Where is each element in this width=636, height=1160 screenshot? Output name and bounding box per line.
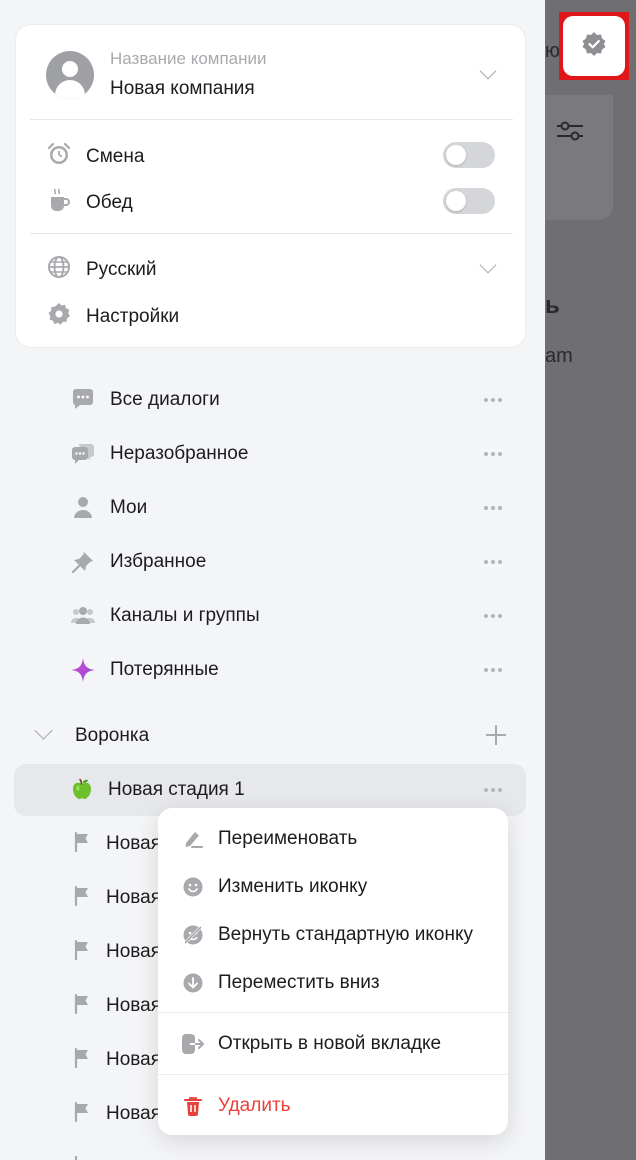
company-card: Название компании Новая компания Смена О…: [15, 24, 526, 348]
pencil-icon: [180, 826, 206, 852]
trash-icon: [180, 1093, 206, 1119]
lunch-toggle[interactable]: [443, 188, 495, 214]
more-icon[interactable]: [484, 662, 506, 678]
nav-item-favorites[interactable]: Избранное: [70, 542, 510, 582]
funnel-header[interactable]: Воронка: [34, 720, 510, 754]
background-text: ь: [545, 292, 560, 319]
more-icon[interactable]: [484, 500, 506, 516]
flag-icon: [70, 992, 94, 1021]
divider: [158, 1074, 508, 1075]
stage-label: Новая: [106, 1103, 162, 1124]
shift-row: Смена: [46, 141, 144, 173]
menu-item-label: Вернуть стандартную иконку: [218, 924, 473, 945]
stage-context-menu: Переименовать Изменить иконку Вернуть ст…: [158, 808, 508, 1135]
avatar: [46, 51, 94, 99]
smiley-icon: [180, 874, 206, 900]
nav-item-label: Неразобранное: [110, 443, 249, 464]
verified-button[interactable]: [559, 12, 629, 80]
flag-icon: [70, 1100, 94, 1129]
side-drawer: Название компании Новая компания Смена О…: [0, 0, 545, 1160]
smiley-off-icon: [180, 922, 206, 948]
filter-icon: [555, 118, 585, 149]
chevron-down-icon: [479, 62, 497, 80]
nav-item-label: Потерянные: [110, 659, 219, 680]
stage-label: Новая: [106, 887, 162, 908]
person-icon: [70, 495, 96, 521]
background-overlay[interactable]: ю ь am: [545, 0, 636, 1160]
nav-item-label: Все диалоги: [110, 389, 220, 410]
more-icon[interactable]: [484, 392, 506, 408]
add-stage-icon[interactable]: [486, 725, 506, 745]
nav-item-label: Каналы и группы: [110, 605, 260, 626]
menu-item-label: Удалить: [218, 1095, 291, 1116]
menu-item-label: Переименовать: [218, 828, 358, 849]
stage-label: Новая: [106, 941, 162, 962]
stage-label: Новая: [106, 995, 162, 1016]
nav-item-unsorted[interactable]: Неразобранное: [70, 434, 510, 474]
globe-icon: [46, 254, 72, 286]
lunch-label: Обед: [86, 192, 133, 213]
arrow-down-circle-icon: [180, 970, 206, 996]
shift-label: Смена: [86, 146, 145, 167]
flag-icon: [70, 884, 94, 913]
stage-item[interactable]: [70, 1148, 510, 1160]
flag-icon: [70, 1154, 94, 1160]
menu-item-reset-icon[interactable]: Вернуть стандартную иконку: [180, 917, 500, 953]
funnel-label: Воронка: [75, 725, 150, 746]
nav-item-mine[interactable]: Мои: [70, 488, 510, 528]
divider: [30, 119, 513, 120]
green-apple-icon: [70, 777, 96, 803]
pin-icon: [70, 549, 96, 575]
stage-label: Новая стадия 1: [108, 779, 245, 800]
background-text: am: [545, 345, 573, 367]
stage-label: Новая: [106, 833, 162, 854]
background-card: [545, 95, 613, 220]
settings-label: Настройки: [86, 306, 180, 327]
flag-icon: [70, 938, 94, 967]
more-icon[interactable]: [484, 554, 506, 570]
menu-item-label: Изменить иконку: [218, 876, 368, 897]
verified-badge-icon: [580, 30, 608, 63]
nav-item-lost[interactable]: Потерянные: [70, 650, 510, 690]
chat-bubble-icon: [70, 387, 96, 413]
more-icon[interactable]: [484, 782, 506, 798]
coffee-cup-icon: [46, 187, 72, 219]
divider: [158, 1012, 508, 1013]
nav-item-label: Избранное: [110, 551, 207, 572]
more-icon[interactable]: [484, 446, 506, 462]
background-text: ю: [545, 40, 560, 62]
menu-item-change-icon[interactable]: Изменить иконку: [180, 869, 500, 905]
menu-item-open-new-tab[interactable]: Открыть в новой вкладке: [180, 1026, 500, 1062]
stage-item[interactable]: Новая стадия 1: [70, 770, 510, 810]
divider: [30, 233, 513, 234]
settings-link[interactable]: Настройки: [46, 301, 179, 333]
menu-item-label: Открыть в новой вкладке: [218, 1033, 442, 1054]
chat-bubbles-icon: [70, 441, 96, 467]
menu-item-label: Переместить вниз: [218, 972, 380, 993]
menu-item-rename[interactable]: Переименовать: [180, 821, 500, 857]
nav-item-label: Мои: [110, 497, 148, 518]
company-caption: Название компании: [110, 49, 267, 68]
nav-item-all-dialogs[interactable]: Все диалоги: [70, 380, 510, 420]
company-name: Новая компания: [110, 78, 255, 99]
stage-label: Новая: [106, 1049, 162, 1070]
language-label: Русский: [86, 259, 157, 280]
flag-icon: [70, 1046, 94, 1075]
sparkle-icon: [70, 657, 96, 683]
shift-toggle[interactable]: [443, 142, 495, 168]
flag-icon: [70, 830, 94, 859]
open-external-icon: [180, 1031, 206, 1057]
more-icon[interactable]: [484, 608, 506, 624]
menu-item-delete[interactable]: Удалить: [180, 1088, 500, 1124]
chevron-down-icon: [34, 721, 53, 740]
menu-item-move-down[interactable]: Переместить вниз: [180, 965, 500, 1001]
alarm-clock-icon: [46, 141, 72, 173]
gear-icon: [46, 301, 72, 333]
company-selector[interactable]: Название компании Новая компания: [16, 25, 525, 119]
group-icon: [70, 603, 96, 629]
nav-item-channels[interactable]: Каналы и группы: [70, 596, 510, 636]
language-selector[interactable]: Русский: [46, 254, 516, 286]
lunch-row: Обед: [46, 187, 133, 219]
